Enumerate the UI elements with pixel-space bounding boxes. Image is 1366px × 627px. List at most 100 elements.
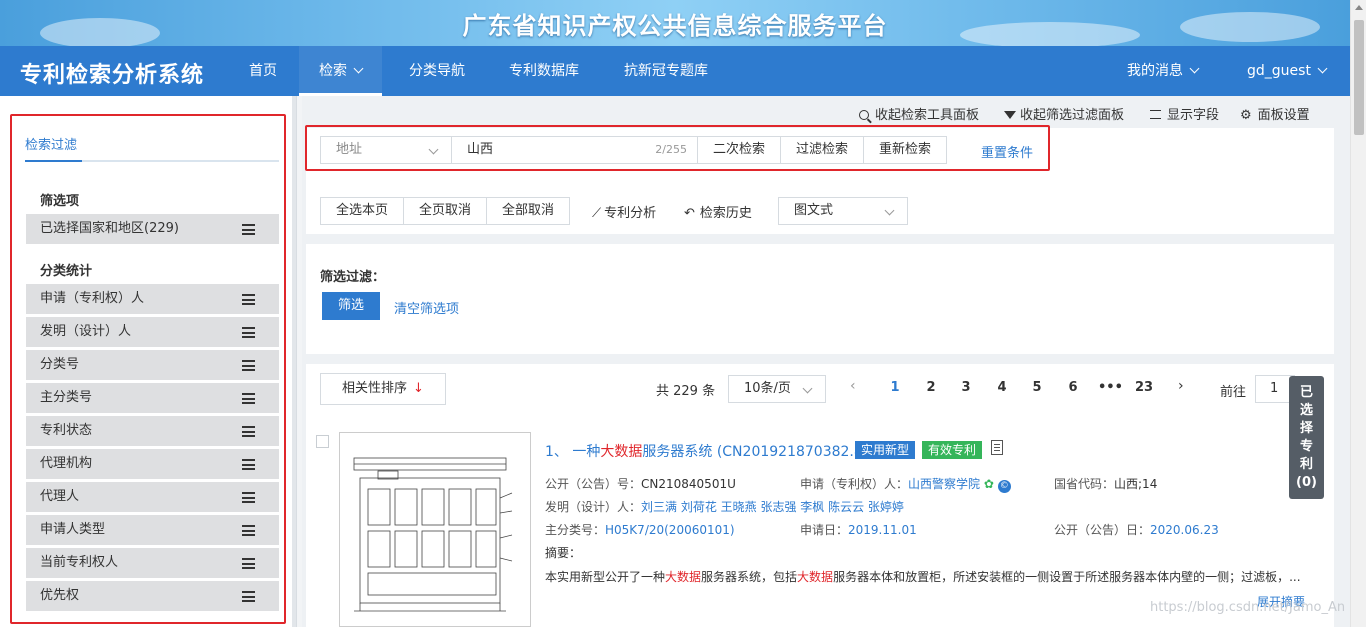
chevron-down-icon [353,63,364,74]
scrollbar-thumb[interactable] [1354,20,1364,135]
sort-relevance-button[interactable]: 相关性排序 ↓ [320,373,446,405]
chevron-down-icon [802,383,813,394]
patent-main-class: 主分类号：H05K7/20(20060101) [545,521,735,538]
meta-value: 山西;14 [1114,477,1158,491]
meta-key: 公开（公告）号： [545,477,642,491]
scroll-up-icon[interactable] [1355,5,1363,10]
view-mode-value: 图文式 [794,203,834,218]
undo-icon: ↶ [684,206,695,221]
patent-analysis-button[interactable]: ⟋ 专利分析 [592,202,656,222]
total-count: 共 229 条 [656,384,716,399]
search-icon [859,110,869,120]
chart-line-icon: ⟋ [592,206,602,221]
apply-filter-button[interactable]: 筛选 [322,292,380,320]
chevron-down-icon [1317,63,1328,74]
paw-icon[interactable]: ✿ [984,477,994,491]
app-brand[interactable]: 专利检索分析系统 [20,57,204,89]
page-size-select[interactable]: 10条/页 [728,375,826,403]
search-history-button[interactable]: ↶ 检索历史 [684,202,752,222]
nav-messages[interactable]: 我的消息 [1127,46,1200,96]
goto-label: 前往 [1220,385,1247,400]
show-fields[interactable]: 显示字段 [1150,104,1219,124]
page-23[interactable]: 23 [1133,380,1155,395]
abstract-text: 本实用新型公开了一种 [545,570,666,584]
nav-patent-db[interactable]: 专利数据库 [509,46,579,96]
chevron-down-icon [884,205,895,216]
patent-pub-number: 公开（公告）号：CN210840501U [545,475,736,492]
patent-inventors: 发明（设计）人：刘三满 刘荷花 王晓燕 张志强 李枫 陈云云 张婷婷 [545,498,904,515]
site-banner: 广东省知识产权公共信息综合服务平台 [0,0,1350,46]
page-2[interactable]: 2 [921,380,941,395]
abstract-highlight: 大数据 [797,570,834,584]
page-6[interactable]: 6 [1063,380,1083,395]
patent-app-date: 申请日：2019.11.01 [800,521,917,538]
patent-thumbnail[interactable] [339,432,531,627]
nav-covid-db[interactable]: 抗新冠专题库 [624,46,708,96]
page-4[interactable]: 4 [992,380,1012,395]
nav-classification[interactable]: 分类导航 [409,46,465,96]
patent-drawing [353,457,513,612]
meta-key: 主分类号： [545,523,606,537]
nav-user-menu[interactable]: gd_guest [1247,46,1328,96]
gear-icon: ⚙ [1240,108,1252,123]
patent-analysis-label: 专利分析 [604,206,657,221]
page-scrollbar[interactable] [1350,0,1366,627]
meta-value: 2020.06.23 [1150,523,1219,537]
meta-key: 申请（专利权）人： [800,477,909,491]
nav-home[interactable]: 首页 [249,46,277,96]
unselect-page-button[interactable]: 全页取消 [403,197,487,225]
page-ellipsis[interactable]: ••• [1098,380,1123,395]
patent-index: 1、 [545,444,568,460]
patent-abstract-label: 摘要： [545,546,582,560]
abstract-text: 服务器系统，包括 [701,570,798,584]
patent-region-code: 国省代码：山西;14 [1054,475,1157,492]
collapse-search-label: 收起检索工具面板 [875,108,980,123]
patent-title-highlight: 大数据 [600,444,643,460]
prev-page-icon[interactable]: ‹ [850,378,856,394]
patent-status-badge: 有效专利 [922,441,983,459]
selected-tab-char: 利 [1299,457,1313,472]
meta-key: 发明（设计）人： [545,500,642,514]
meta-value: 2019.11.01 [848,523,917,537]
page-size-value: 10条/页 [744,381,791,396]
abstract-highlight: 大数据 [665,570,702,584]
patent-abstract: 本实用新型公开了一种大数据服务器系统，包括大数据服务器本体和放置柜，所述安装框的… [545,568,1305,585]
next-page-icon[interactable]: › [1178,378,1184,394]
panel-settings[interactable]: ⚙ 面板设置 [1240,104,1310,124]
info-icon[interactable]: © [997,480,1011,493]
selected-tab-char: 已 [1299,385,1313,400]
collapse-search-panel[interactable]: 收起检索工具面板 [859,104,979,124]
filter-panel [306,244,1334,354]
top-navbar: 专利检索分析系统 首页 检索 分类导航 专利数据库 抗新冠专题库 我的消息 gd… [0,46,1350,96]
patent-title-suffix: 服务器系统 (CN201921870382.8) [642,444,869,460]
sort-desc-icon: ↓ [413,381,424,396]
meta-value[interactable]: H05K7/20(20060101) [605,523,735,537]
view-mode-select[interactable]: 图文式 [778,197,908,225]
unselect-all-button[interactable]: 全部取消 [486,197,570,225]
filter-panel-label: 筛选过滤： [320,270,386,285]
nav-messages-label: 我的消息 [1127,63,1183,79]
inventor-links[interactable]: 刘三满 刘荷花 王晓燕 张志强 李枫 陈云云 张婷婷 [641,500,904,514]
collapse-filter-panel[interactable]: 收起筛选过滤面板 [1004,104,1124,124]
select-page-button[interactable]: 全选本页 [320,197,404,225]
document-icon[interactable] [991,440,1003,455]
chevron-down-icon [1189,63,1200,74]
patent-title-link[interactable]: 1、 一种大数据服务器系统 (CN201921870382.8) [545,441,868,461]
selected-tab-char: 专 [1299,439,1313,454]
nav-search[interactable]: 检索 [299,46,382,96]
show-fields-label: 显示字段 [1167,108,1220,123]
selected-patents-tab[interactable]: 已 选 择 专 利 (0) [1289,376,1324,499]
meta-value: CN210840501U [641,477,736,491]
list-icon [1150,110,1161,119]
patent-select-checkbox[interactable] [316,435,329,448]
page-5[interactable]: 5 [1027,380,1047,395]
filter-icon [1004,111,1016,119]
page-1[interactable]: 1 [885,380,905,395]
meta-key: 公开（公告）日： [1054,523,1151,537]
page-3[interactable]: 3 [956,380,976,395]
meta-key: 申请日： [800,523,849,537]
patent-applicant: 申请（专利权）人：山西警察学院 ✿ © [800,475,1011,493]
applicant-link[interactable]: 山西警察学院 [908,477,980,491]
patent-pub-date: 公开（公告）日：2020.06.23 [1054,521,1219,538]
clear-filter-link[interactable]: 清空筛选项 [394,298,459,317]
